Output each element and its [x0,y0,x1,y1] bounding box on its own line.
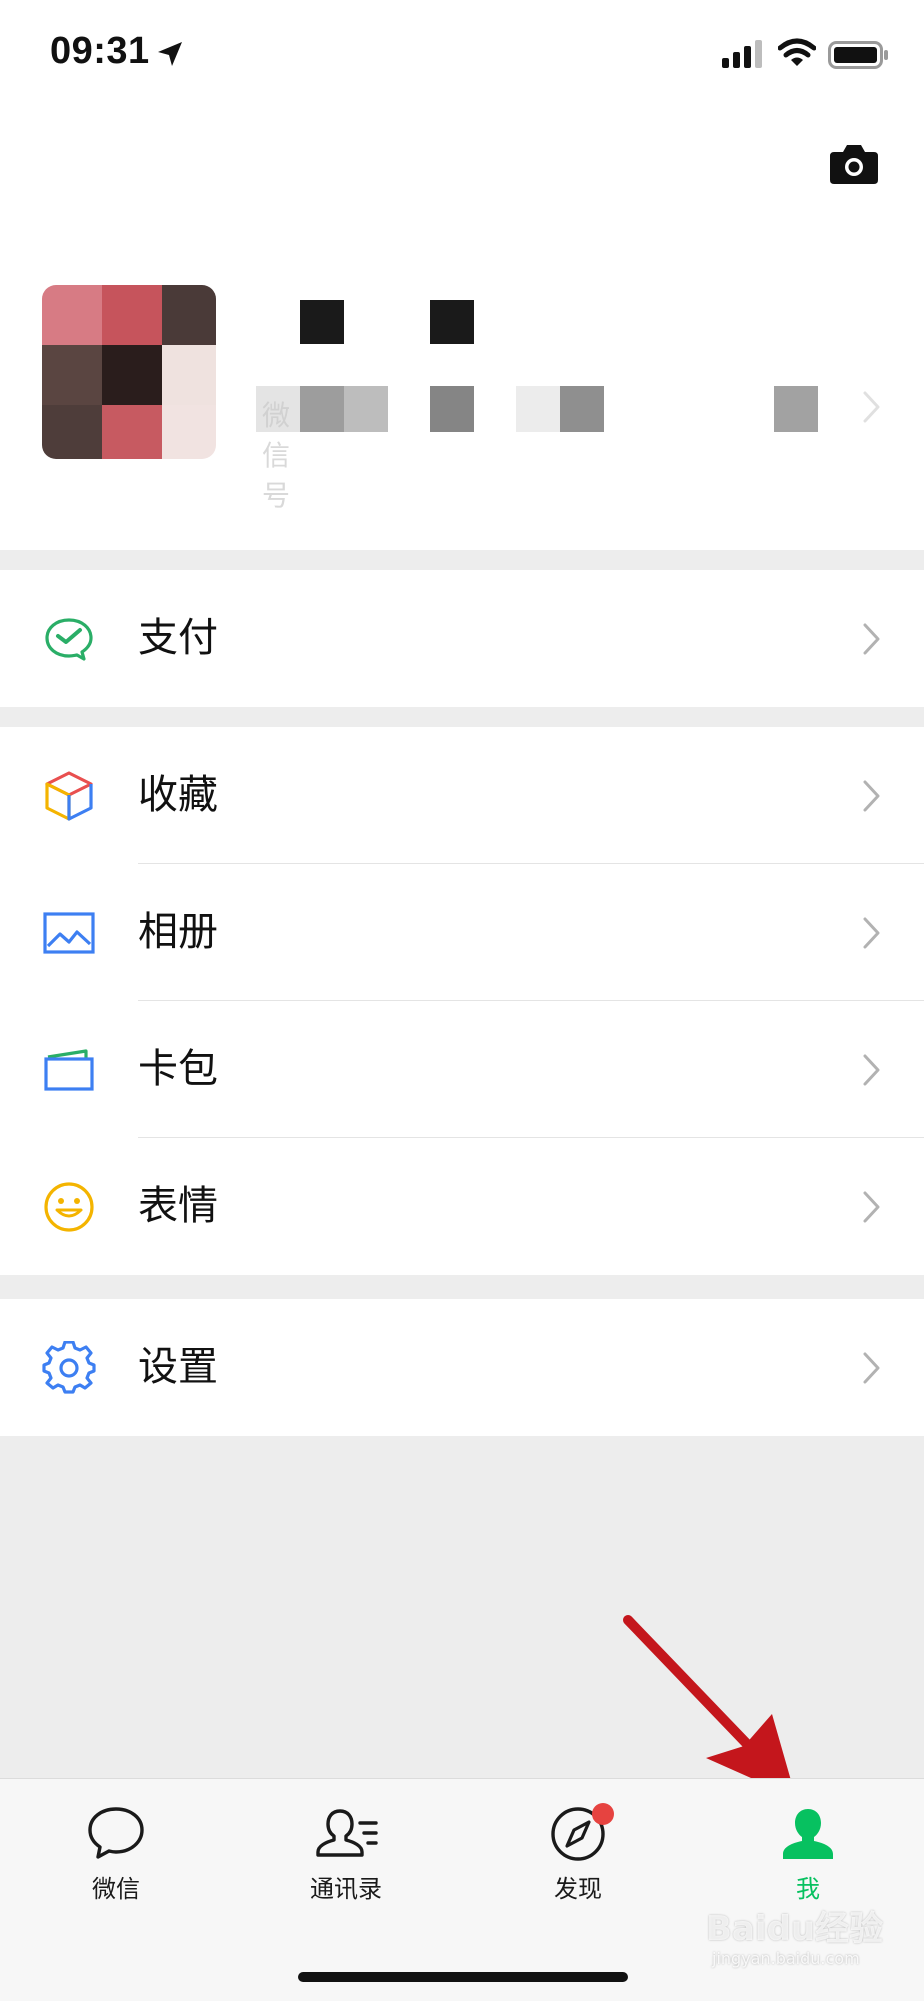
wifi-icon [778,38,816,66]
menu-item-label: 表情 [138,1183,218,1229]
cube-icon [45,771,93,821]
card-wallet-icon [44,1049,94,1091]
menu-item-cards[interactable]: 卡包 [0,1001,924,1138]
gear-icon [42,1341,96,1394]
menu-item-pay[interactable]: 支付 [0,570,924,707]
chevron-right-icon [863,780,880,812]
tab-contacts[interactable]: 通讯录 [266,1805,426,1915]
camera-icon[interactable] [828,142,880,186]
image-icon [43,912,95,954]
contacts-icon [316,1809,378,1857]
status-time: 09:31 [50,30,150,72]
tab-label: 发现 [554,1875,602,1903]
cellular-signal-icon [722,40,762,68]
menu-item-label: 支付 [138,615,218,661]
chevron-right-icon [863,1191,880,1223]
menu-item-label: 收藏 [138,772,218,818]
chevron-right-icon [863,917,880,949]
person-icon [783,1809,833,1859]
chat-bubble-icon [88,1807,144,1859]
menu-item-album[interactable]: 相册 [0,864,924,1001]
menu-item-stickers[interactable]: 表情 [0,1138,924,1275]
menu-item-settings[interactable]: 设置 [0,1299,924,1436]
chevron-right-icon [863,1054,880,1086]
status-bar: 09:31 [0,0,924,110]
menu-item-favorites[interactable]: 收藏 [0,727,924,864]
wechat-pay-icon [45,618,93,661]
menu-group-settings: 设置 [0,1299,924,1436]
smiley-icon [44,1182,94,1232]
notification-badge [592,1803,614,1825]
profile-header[interactable]: 微信号 [0,110,924,550]
home-indicator[interactable] [298,1972,628,1982]
chevron-right-icon [863,623,880,655]
avatar[interactable] [42,285,216,459]
wechat-id-label: 微信号 [262,399,291,512]
watermark: Baidu经验 [706,1909,884,1949]
menu-item-label: 设置 [138,1344,218,1390]
menu-item-label: 卡包 [138,1046,218,1092]
menu-item-label: 相册 [138,909,218,955]
tab-label: 微信 [92,1875,140,1903]
tab-discover[interactable]: 发现 [498,1803,658,1915]
menu-group-pay: 支付 [0,570,924,707]
chevron-right-icon[interactable] [862,390,882,424]
location-arrow-icon [158,42,182,66]
tab-chats[interactable]: 微信 [36,1805,196,1915]
battery-icon [828,41,888,69]
watermark-url: jingyan.baidu.com [712,1949,860,1968]
tab-label: 通讯录 [310,1875,382,1903]
menu-group-main: 收藏 相册 卡包 表情 [0,727,924,1275]
tab-bar: 微信 通讯录 发现 我 Baidu经验 jingyan.baidu.com [0,1778,924,2001]
tab-label: 我 [796,1875,820,1903]
chevron-right-icon [863,1352,880,1384]
tab-me[interactable]: 我 [728,1805,888,1915]
